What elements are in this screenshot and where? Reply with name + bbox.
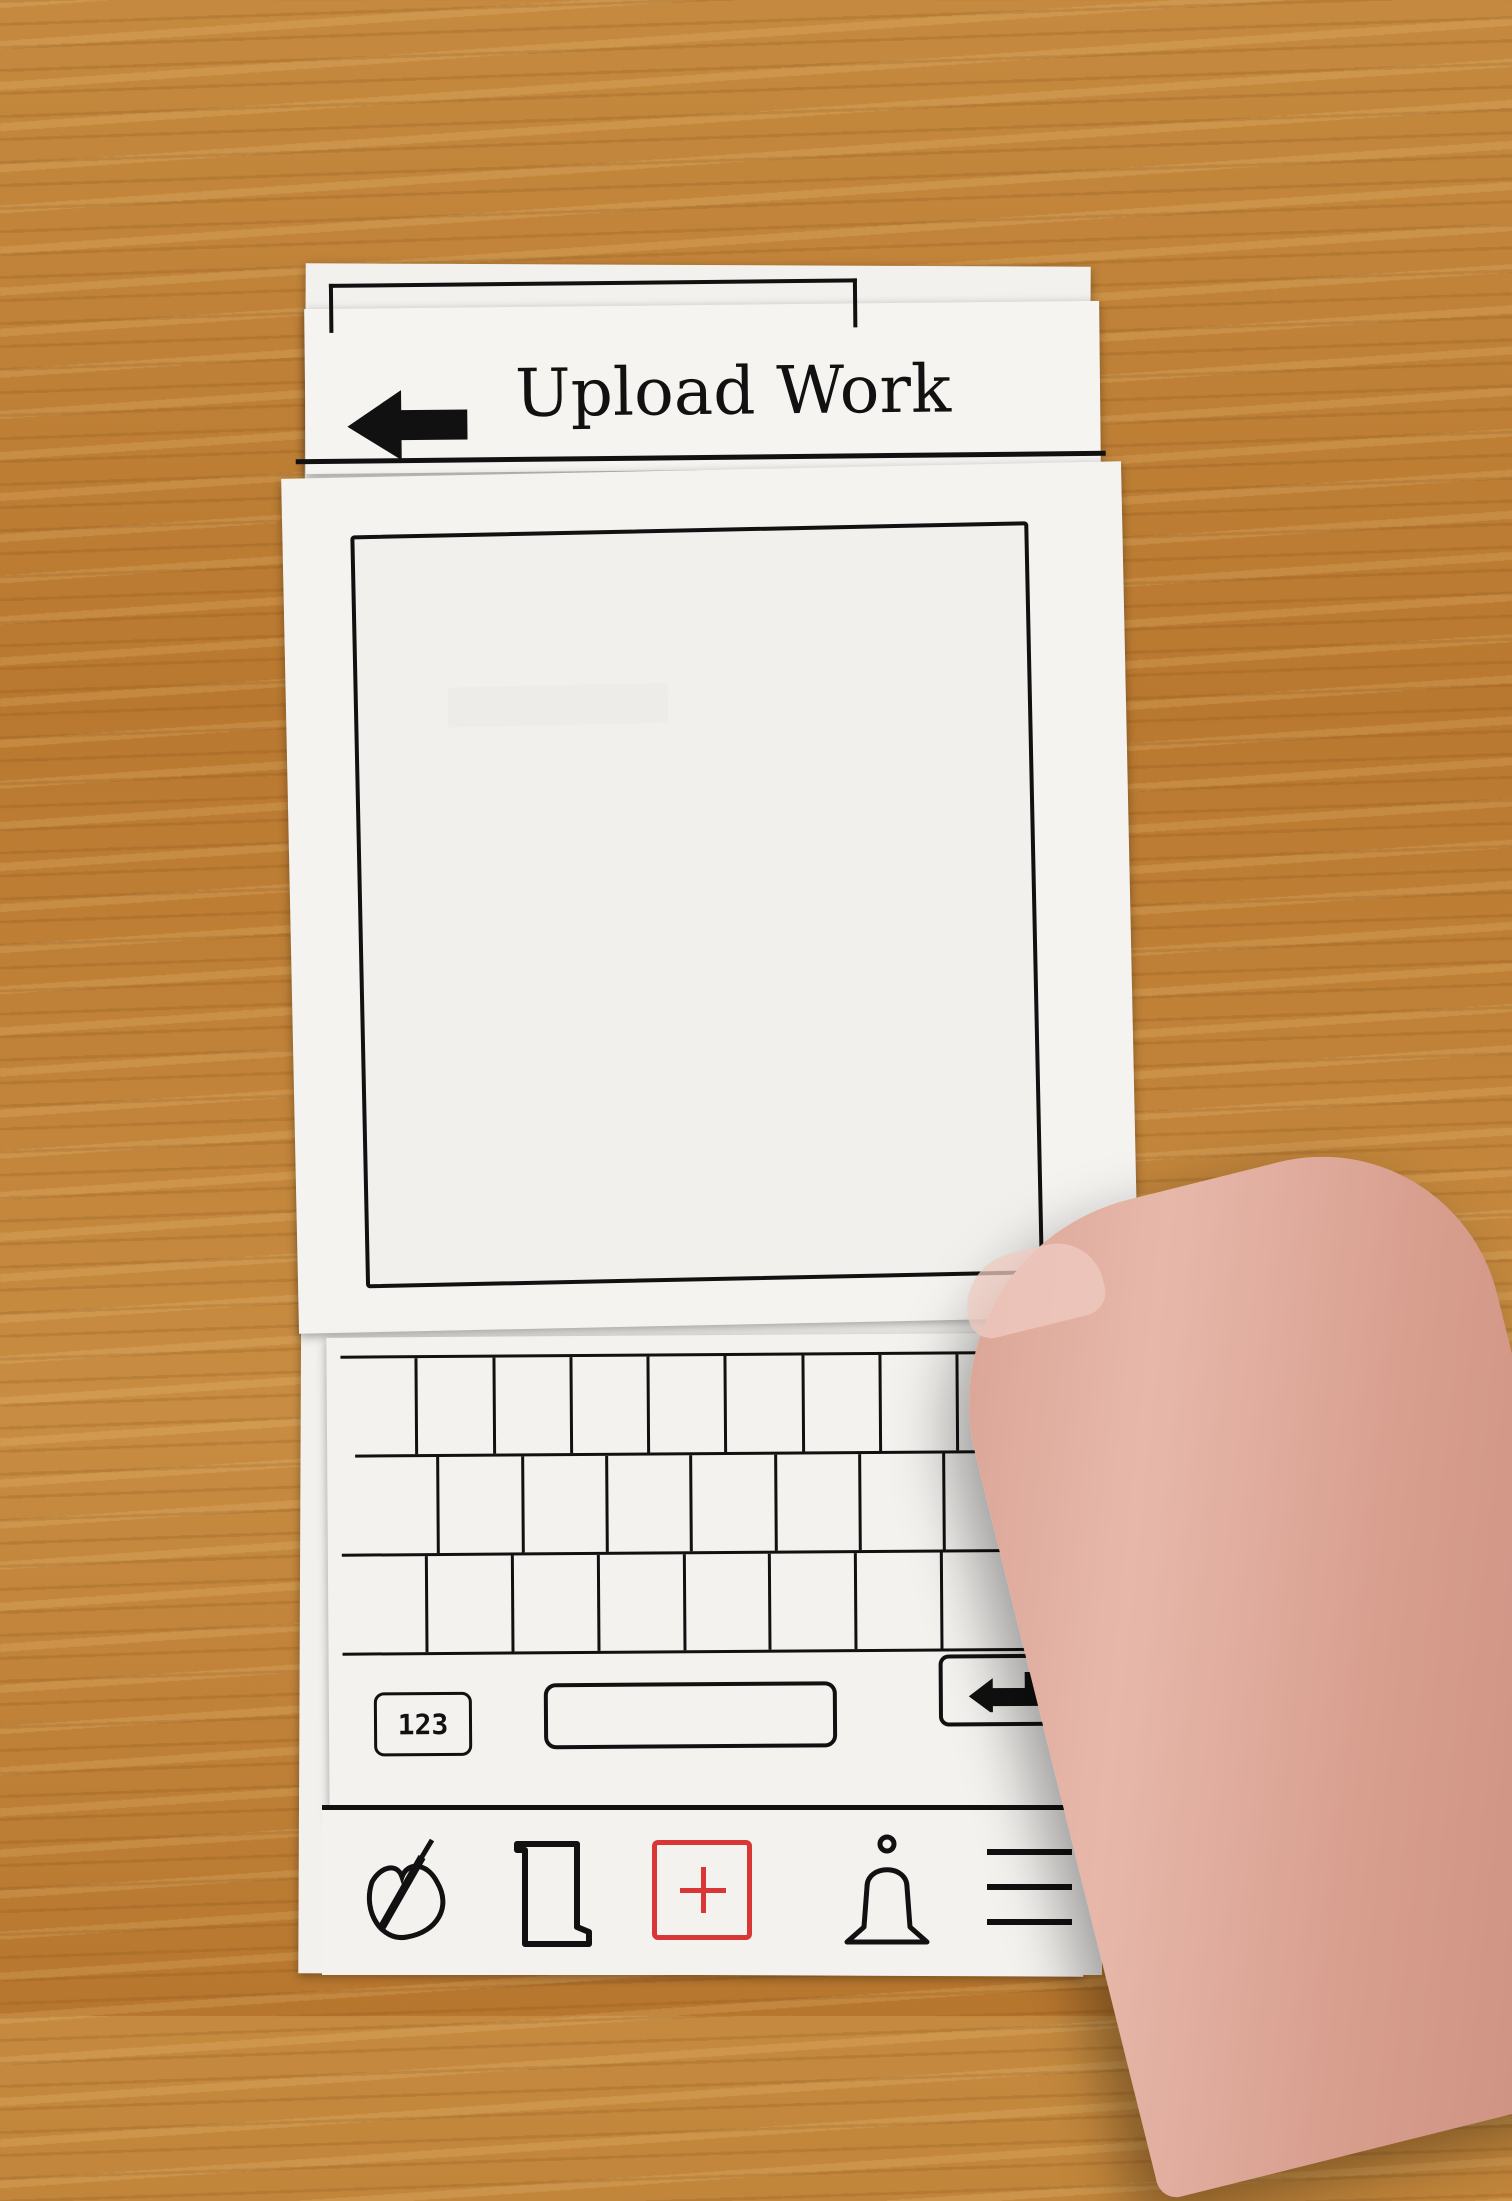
key[interactable] — [608, 1455, 694, 1552]
nav-library[interactable] — [497, 1832, 607, 1952]
key[interactable] — [523, 1455, 609, 1553]
red-marker-scribble — [919, 267, 1069, 309]
bottom-navigation — [322, 1805, 1102, 1975]
plus-square-icon — [652, 1840, 752, 1940]
key[interactable] — [427, 1555, 515, 1653]
key[interactable] — [513, 1554, 601, 1652]
nav-menu[interactable] — [977, 1832, 1087, 1952]
key[interactable] — [341, 1556, 429, 1653]
key[interactable] — [692, 1454, 778, 1552]
nav-home[interactable] — [352, 1832, 462, 1952]
space-bar[interactable] — [543, 1681, 838, 1750]
numbers-key[interactable]: 123 — [373, 1691, 473, 1757]
key[interactable] — [340, 1358, 419, 1455]
key[interactable] — [726, 1355, 805, 1453]
nav-notifications[interactable] — [832, 1832, 942, 1952]
key[interactable] — [771, 1553, 858, 1650]
nav-upload[interactable] — [647, 1832, 757, 1952]
upload-preview-area[interactable] — [350, 521, 1044, 1289]
key[interactable] — [881, 1354, 960, 1451]
key[interactable] — [495, 1357, 574, 1454]
back-button[interactable] — [343, 385, 474, 464]
key[interactable] — [355, 1457, 441, 1554]
palette-icon — [366, 1838, 446, 1940]
key[interactable] — [599, 1554, 687, 1651]
key[interactable] — [649, 1356, 728, 1453]
keyboard-bottom-row: 123 — [328, 1637, 1099, 1757]
key[interactable] — [857, 1552, 944, 1650]
preview-card — [281, 461, 1139, 1334]
previous-screen-top-bar — [328, 278, 858, 333]
key[interactable] — [776, 1454, 862, 1551]
key[interactable] — [572, 1356, 651, 1454]
bell-icon — [844, 1834, 930, 1945]
page-title: Upload Work — [514, 350, 952, 432]
key[interactable] — [804, 1354, 883, 1452]
scroll-icon — [514, 1841, 592, 1947]
key[interactable] — [439, 1456, 525, 1554]
key[interactable] — [417, 1357, 496, 1455]
left-arrow-icon — [347, 390, 468, 461]
key[interactable] — [861, 1453, 947, 1551]
hamburger-icon — [987, 1849, 1072, 1925]
key[interactable] — [685, 1553, 772, 1651]
header-bar: Upload Work — [295, 278, 1106, 475]
